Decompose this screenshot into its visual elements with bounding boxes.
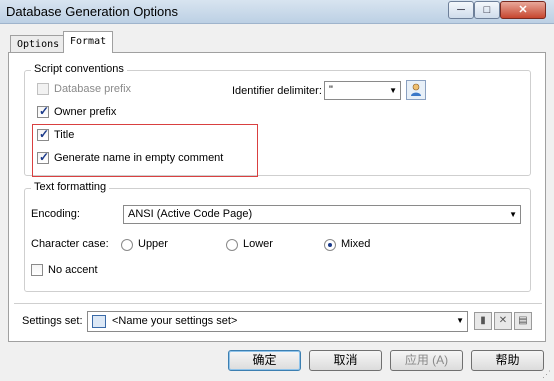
radio-upper[interactable] [121, 239, 133, 251]
title-label: Title [54, 129, 75, 141]
identifier-delimiter-select[interactable]: " ▼ [324, 81, 401, 100]
encoding-select[interactable]: ANSI (Active Code Page) ▼ [123, 205, 521, 224]
apply-button[interactable]: 应用 (A) [390, 350, 463, 371]
chevron-down-icon: ▼ [456, 316, 464, 325]
properties-icon[interactable]: ▤ [514, 312, 532, 330]
delete-settings-icon[interactable]: ✕ [494, 312, 512, 330]
script-conventions-label: Script conventions [31, 63, 127, 75]
chevron-down-icon: ▼ [389, 86, 397, 95]
title-checkbox[interactable] [37, 127, 49, 141]
radio-mixed[interactable] [324, 239, 336, 251]
maximize-button[interactable]: □ [474, 1, 500, 19]
no-accent-checkbox[interactable] [31, 264, 43, 276]
settings-set-value: <Name your settings set> [112, 315, 238, 327]
identifier-delimiter-label: Identifier delimiter: [232, 85, 322, 97]
text-formatting-label: Text formatting [31, 181, 110, 193]
divider [14, 303, 542, 304]
minimize-button[interactable]: ─ [448, 1, 474, 19]
help-button[interactable]: 帮助 [471, 350, 544, 371]
window-title: Database Generation Options [6, 4, 178, 19]
encoding-value: ANSI (Active Code Page) [128, 208, 253, 220]
owner-prefix-checkbox[interactable] [37, 104, 49, 118]
close-button[interactable]: ✕ [500, 1, 546, 19]
list-icon [92, 315, 106, 328]
owner-prefix-label: Owner prefix [54, 106, 117, 118]
user-icon[interactable] [406, 80, 426, 100]
database-prefix-label: Database prefix [54, 83, 132, 95]
cancel-button[interactable]: 取消 [309, 350, 382, 371]
database-prefix-checkbox[interactable] [37, 83, 49, 95]
ok-button[interactable]: 确定 [228, 350, 301, 371]
radio-lower[interactable] [226, 239, 238, 251]
settings-set-label: Settings set: [22, 315, 83, 327]
save-settings-icon[interactable]: ▮ [474, 312, 492, 330]
generate-name-label: Generate name in empty comment [54, 152, 224, 164]
identifier-delimiter-value: " [329, 84, 333, 96]
character-case-label: Character case: [31, 238, 109, 250]
encoding-label: Encoding: [31, 208, 80, 220]
tab-format[interactable]: Format [63, 31, 114, 53]
radio-upper-label: Upper [138, 238, 168, 250]
chevron-down-icon: ▼ [509, 210, 517, 219]
resize-grip-icon[interactable]: ⋰ [542, 369, 552, 379]
no-accent-label: No accent [48, 264, 98, 276]
settings-set-select[interactable]: <Name your settings set> ▼ [87, 311, 468, 332]
radio-mixed-label: Mixed [341, 238, 371, 250]
generate-name-checkbox[interactable] [37, 150, 49, 164]
radio-lower-label: Lower [243, 238, 273, 250]
user-glyph [411, 83, 421, 96]
tab-options[interactable]: Options [10, 35, 67, 53]
